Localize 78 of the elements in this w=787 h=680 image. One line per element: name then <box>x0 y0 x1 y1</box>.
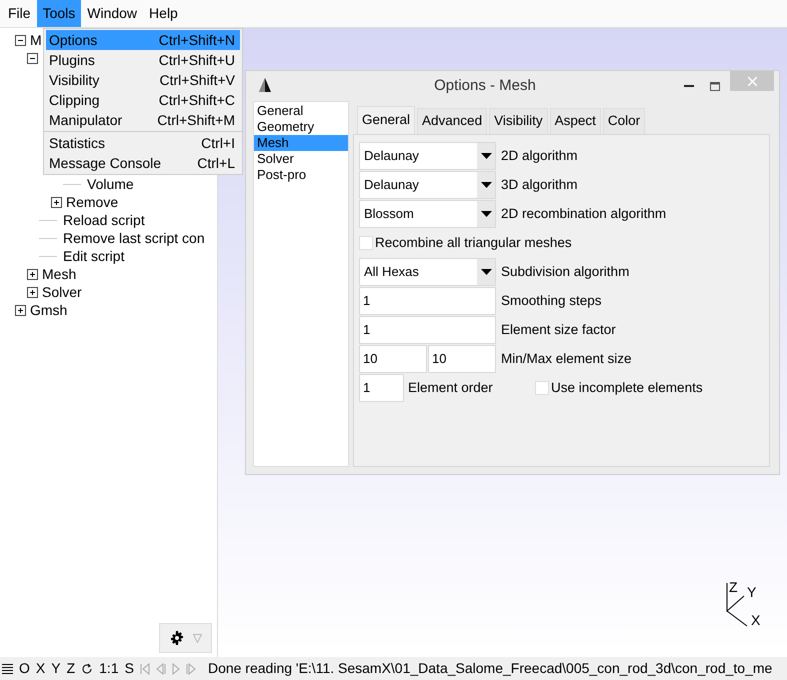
rotate-icon[interactable] <box>81 662 94 674</box>
view-button[interactable]: Y <box>51 658 61 679</box>
category-item[interactable]: Solver <box>254 151 348 167</box>
caret-icon <box>480 153 492 159</box>
collapse-icon[interactable] <box>15 34 26 46</box>
menu-entry[interactable]: Visibility Ctrl+Shift+V <box>46 70 240 90</box>
tree-item[interactable]: Remove last script con <box>63 228 205 248</box>
tab[interactable]: Visibility <box>489 108 548 134</box>
menu-entry[interactable]: Message Console Ctrl+L <box>46 153 240 173</box>
tab[interactable]: General <box>357 106 416 134</box>
field-label: Element order <box>408 380 493 395</box>
menu-entry[interactable]: Plugins Ctrl+Shift+U <box>46 50 240 70</box>
menu-item[interactable]: Help <box>143 0 184 27</box>
field-label: Subdivision algorithm <box>501 262 630 281</box>
dropdown-icon <box>193 634 202 642</box>
menu-icon[interactable] <box>2 663 13 674</box>
field-label: 3D algorithm <box>501 176 578 194</box>
gear-icon <box>169 630 185 646</box>
tree-item[interactable]: Gmsh <box>30 300 68 320</box>
category-item[interactable]: Post-pro <box>254 167 348 183</box>
category-item[interactable]: Mesh <box>254 135 348 151</box>
menu-item[interactable]: Tools <box>36 0 82 27</box>
tree-item[interactable]: Mesh <box>42 264 76 284</box>
checkbox[interactable] <box>359 236 373 250</box>
snap-button[interactable]: S <box>124 658 134 679</box>
tree-item[interactable]: Remove <box>66 192 118 212</box>
tab[interactable]: Aspect <box>550 108 601 134</box>
tab[interactable]: Color <box>602 108 646 134</box>
field-label: 2D algorithm <box>501 146 578 165</box>
checkbox[interactable] <box>535 381 549 395</box>
menu-entry[interactable]: Options Ctrl+Shift+N <box>46 30 240 50</box>
tree-item[interactable]: M <box>30 30 42 50</box>
close-icon <box>748 76 756 86</box>
field-label: 2D recombination algorithm <box>501 204 666 223</box>
field-label: Smoothing steps <box>501 292 602 310</box>
menu-entry[interactable]: Statistics Ctrl+I <box>46 133 240 153</box>
category-item[interactable]: Geometry <box>254 119 348 135</box>
caret-icon <box>480 269 492 275</box>
menu-entry[interactable]: Manipulator Ctrl+Shift+M <box>46 110 240 130</box>
dropdown[interactable]: Delaunay <box>359 171 496 199</box>
input-field[interactable]: 1 <box>359 287 496 315</box>
collapse-icon[interactable] <box>27 52 38 64</box>
tab[interactable]: Advanced <box>417 108 488 134</box>
settings-button[interactable] <box>159 623 212 653</box>
dropdown[interactable]: Delaunay <box>359 142 496 170</box>
tree-item[interactable]: Reload script <box>63 210 145 230</box>
tree-item[interactable]: Volume <box>87 174 134 194</box>
expand-icon[interactable] <box>15 304 26 316</box>
dropdown[interactable]: Blossom <box>359 200 496 228</box>
expand-icon[interactable] <box>27 268 38 280</box>
menu-item[interactable]: File <box>2 0 37 27</box>
checkbox-label: Recombine all triangular meshes <box>375 234 572 252</box>
input-field[interactable]: 10 <box>428 345 496 373</box>
checkbox-label: Use incomplete elements <box>551 378 703 397</box>
view-button[interactable]: O <box>19 658 30 679</box>
expand-icon[interactable] <box>27 286 38 298</box>
input-field[interactable]: 1 <box>359 374 404 402</box>
input-field[interactable]: 1 <box>359 316 496 344</box>
caret-icon <box>480 211 492 217</box>
window-title: Options - Mesh <box>433 76 537 96</box>
view-button[interactable]: Z <box>66 658 76 679</box>
menu-item[interactable]: Window <box>81 0 144 27</box>
field-label: Element size factor <box>501 320 616 339</box>
tree-item[interactable]: Solver <box>42 282 82 302</box>
category-item[interactable]: General <box>254 103 348 119</box>
menu-entry[interactable]: Clipping Ctrl+Shift+C <box>46 90 240 110</box>
tree-item[interactable]: Edit script <box>63 246 124 266</box>
dropdown[interactable]: All Hexas <box>359 258 496 286</box>
axes-drawing: Z Y X <box>722 578 772 630</box>
maximize-icon[interactable] <box>710 82 720 90</box>
field-label: Min/Max element size <box>501 350 632 368</box>
scale-button[interactable]: 1:1 <box>99 658 119 679</box>
expand-icon[interactable] <box>51 196 62 208</box>
caret-icon <box>480 182 492 188</box>
status-message: Done reading 'E:\11. SesamX\01_Data_Salome_Freecad\005_con_rod_3d\con_rod_to_me <box>208 659 772 678</box>
view-button[interactable]: X <box>36 658 46 679</box>
app-logo-icon <box>259 78 271 92</box>
input-field[interactable]: 10 <box>359 345 427 373</box>
